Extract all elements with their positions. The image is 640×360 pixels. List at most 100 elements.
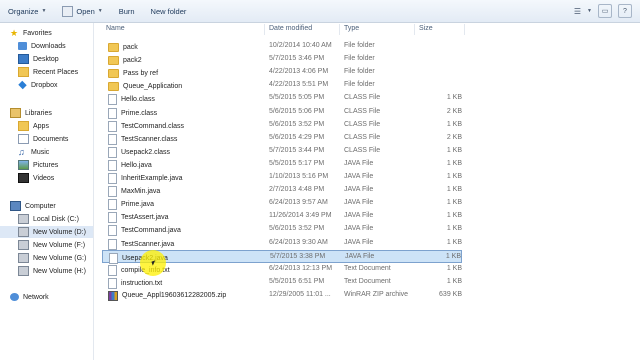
file-row[interactable]: Queue_Application 4/22/2013 5:51 PM File f… [102, 79, 462, 92]
file-date: 4/22/2013 5:51 PM [269, 81, 329, 89]
file-date: 11/26/2014 3:49 PM [269, 212, 332, 220]
nav-desktop[interactable]: Desktop [0, 53, 93, 65]
nav-new-volume-f[interactable]: New Volume (F:) [0, 239, 93, 251]
chevron-down-icon: ▼ [41, 8, 47, 14]
zip-archive-icon [108, 290, 118, 301]
nav-downloads[interactable]: Downloads [0, 40, 93, 52]
column-type[interactable]: Type [344, 25, 359, 32]
column-size[interactable]: Size [419, 25, 433, 32]
nav-new-volume-g[interactable]: New Volume (G:) [0, 252, 93, 264]
file-size: 2 KB [446, 107, 462, 115]
folder-icon [108, 82, 119, 92]
nav-recent-places-label: Recent Places [33, 68, 79, 76]
file-size: 1 KB [446, 225, 462, 233]
file-icon [108, 238, 117, 250]
file-date: 5/7/2015 3:38 PM [270, 252, 326, 260]
file-name-cell: TestAssert.java [108, 212, 168, 224]
file-name-cell: Queue_Appl19603612282005.zip [108, 290, 227, 301]
file-date: 12/29/2005 11:01 ... [269, 290, 331, 298]
file-row[interactable]: pack2 5/7/2015 3:46 PM File folder [102, 53, 462, 66]
file-row[interactable]: TestCommand.java 5/6/2015 3:52 PM JAVA Fil… [102, 223, 462, 237]
file-date: 6/24/2013 9:57 AM [269, 199, 328, 207]
file-row[interactable]: MaxMin.java 2/7/2013 4:48 PM JAVA File 1 KB [102, 184, 462, 198]
file-type: CLASS File [344, 107, 381, 115]
open-button[interactable]: Open ▼ [54, 0, 110, 22]
file-row[interactable]: TestScanner.java 6/24/2013 9:30 AM JAVA Fi… [102, 237, 462, 250]
new-folder-label: New folder [150, 6, 187, 16]
file-row[interactable]: instruction.txt 5/5/2015 6:51 PM Text Docu… [102, 276, 462, 289]
file-date: 5/6/2015 3:52 PM [269, 225, 325, 233]
file-size: 1 KB [446, 146, 462, 154]
folder-icon [108, 69, 119, 79]
column-date[interactable]: Date modified [269, 25, 312, 32]
nav-favorites[interactable]: ★ Favorites [0, 27, 93, 39]
file-name-cell: TestScanner.class [108, 133, 177, 145]
nav-new-volume-h[interactable]: New Volume (H:) [0, 265, 93, 277]
file-type: JAVA File [344, 212, 374, 220]
file-row[interactable]: Prime.class 5/6/2015 5:06 PM CLASS File 2 K… [102, 106, 462, 119]
column-divider[interactable] [414, 24, 415, 35]
nav-recent-places[interactable]: Recent Places [0, 66, 93, 78]
nav-music[interactable]: ♫ Music [0, 146, 93, 158]
file-row[interactable]: TestScanner.class 5/6/2015 4:29 PM CLASS F… [102, 132, 462, 145]
nav-new-volume-d[interactable]: New Volume (D:) [0, 226, 93, 238]
new-folder-button[interactable]: New folder [143, 0, 195, 22]
file-row[interactable]: TestAssert.java 11/26/2014 3:49 PM JAVA Fi… [102, 210, 462, 224]
column-divider[interactable] [464, 24, 465, 35]
file-icon [108, 199, 117, 211]
drive-icon [18, 227, 29, 237]
file-icon [108, 133, 117, 145]
help-icon[interactable]: ? [618, 4, 632, 18]
file-row[interactable]: Usepack2.class 5/7/2015 3:44 PM CLASS File… [102, 145, 462, 158]
burn-button[interactable]: Burn [111, 0, 143, 22]
file-name-cell: InheritExample.java [108, 173, 182, 184]
change-view-icon[interactable]: ☰ [574, 7, 581, 16]
pictures-icon [18, 160, 29, 170]
organize-button[interactable]: Organize ▼ [0, 0, 54, 22]
nav-computer[interactable]: Computer [0, 200, 93, 212]
file-row[interactable]: TestCommand.class 5/6/2015 3:52 PM CLASS F… [102, 119, 462, 132]
file-name-cell: Queue_Application [108, 81, 183, 92]
nav-videos[interactable]: Videos [0, 172, 93, 184]
nav-desktop-label: Desktop [33, 55, 59, 63]
file-size: 1 KB [446, 277, 462, 285]
file-row[interactable]: Prime.java 6/24/2013 9:57 AM JAVA File 1 KB [102, 197, 462, 211]
file-name-cell: instruction.txt [108, 277, 162, 289]
file-size: 1 KB [446, 212, 462, 220]
file-row[interactable]: InheritExample.java 1/10/2013 5:16 PM JAVA… [102, 171, 462, 184]
column-divider[interactable] [264, 24, 265, 35]
file-name: Queue_Application [123, 82, 183, 90]
nav-network-label: Network [23, 293, 49, 301]
column-name[interactable]: Name [106, 25, 125, 32]
file-date: 5/5/2015 5:17 PM [269, 159, 325, 167]
drive-icon [18, 214, 29, 224]
file-type: File folder [344, 81, 375, 89]
file-date: 5/6/2015 4:29 PM [269, 133, 325, 141]
nav-apps[interactable]: Apps [0, 120, 93, 132]
file-name-cell: Prime.class [108, 107, 157, 119]
organize-label: Organize [8, 6, 39, 16]
nav-local-disk-c[interactable]: Local Disk (C:) [0, 213, 93, 225]
file-name: Queue_Appl19603612282005.zip [122, 292, 227, 300]
open-file-icon [62, 5, 74, 17]
view-controls: ☰ ▼ ▭ ? [574, 4, 632, 18]
nav-pictures[interactable]: Pictures [0, 159, 93, 171]
navigation-pane: ★ Favorites Downloads Desktop Recent Pla… [0, 23, 94, 360]
file-row[interactable]: Hello.class 5/5/2015 5:05 PM CLASS File 1 K… [102, 92, 462, 106]
column-divider[interactable] [339, 24, 340, 35]
folder-icon [108, 43, 119, 52]
drive-icon [18, 240, 29, 250]
file-type: JAVA File [344, 159, 374, 167]
file-row[interactable]: Pass by ref 4/22/2013 4:06 PM File folder [102, 66, 462, 79]
file-row[interactable]: Hello.java 5/5/2015 5:17 PM JAVA File 1 KB [102, 158, 462, 171]
chevron-down-icon[interactable]: ▼ [587, 8, 592, 14]
nav-documents[interactable]: Documents [0, 133, 93, 145]
nav-new-volume-f-label: New Volume (F:) [33, 241, 86, 249]
preview-pane-icon[interactable]: ▭ [598, 4, 612, 18]
nav-network[interactable]: Network [0, 291, 93, 303]
file-name: Prime.java [121, 201, 155, 209]
nav-libraries[interactable]: Libraries [0, 107, 93, 119]
nav-dropbox[interactable]: Dropbox [0, 79, 93, 91]
file-row[interactable]: pack 10/2/2014 10:40 AM File folder [102, 40, 462, 53]
file-row[interactable]: Queue_Appl19603612282005.zip 12/29/2005 1… [102, 289, 462, 302]
